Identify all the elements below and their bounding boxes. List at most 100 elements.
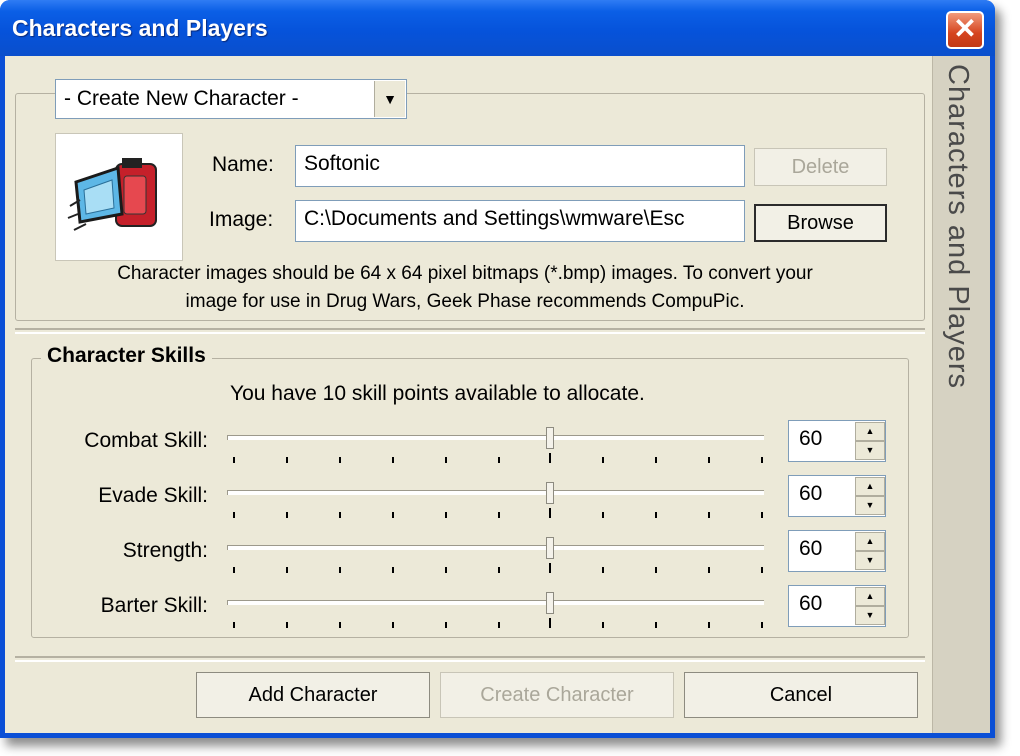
cancel-button[interactable]: Cancel: [684, 672, 918, 718]
side-banner: Characters and Players: [932, 56, 991, 733]
slider-thumb[interactable]: [546, 537, 554, 559]
slider-tick: [392, 457, 394, 463]
skill-points-info: You have 10 skill points available to al…: [230, 382, 645, 405]
slider-tick: [708, 622, 710, 628]
spin-down-icon[interactable]: ▼: [855, 496, 885, 515]
barter-skill-value: 60: [799, 592, 823, 615]
slider-tick: [445, 457, 447, 463]
camera-icon: [67, 158, 157, 231]
strength-label: Strength:: [122, 539, 208, 562]
slider-tick: [498, 567, 500, 573]
evade-skill-value: 60: [799, 482, 823, 505]
slider-tick: [339, 622, 341, 628]
slider-tick: [392, 567, 394, 573]
slider-tick: [233, 512, 235, 518]
slider-tick: [445, 512, 447, 518]
slider-tick: [549, 618, 551, 628]
slider-tick: [392, 622, 394, 628]
name-input[interactable]: Softonic: [295, 145, 745, 187]
dialog-body: - Create New Character - ▼ Name: Softoni…: [5, 56, 932, 733]
slider-tick: [761, 567, 763, 573]
window-title: Characters and Players: [12, 15, 268, 41]
combat-skill-label: Combat Skill:: [84, 429, 208, 452]
spin-down-icon[interactable]: ▼: [855, 551, 885, 570]
strength-spinner[interactable]: 60 ▲ ▼: [788, 530, 886, 572]
slider-tick: [445, 622, 447, 628]
title-bar: Characters and Players ✕: [0, 0, 995, 56]
slider-tick: [286, 512, 288, 518]
window-frame-right: [990, 56, 995, 738]
footer-divider: [15, 656, 925, 662]
slider-tick: [286, 567, 288, 573]
character-avatar: [55, 133, 183, 261]
delete-button[interactable]: Delete: [754, 148, 887, 186]
character-select-value: - Create New Character -: [64, 87, 299, 110]
slider-tick: [339, 512, 341, 518]
create-character-button[interactable]: Create Character: [440, 672, 674, 718]
spin-down-icon[interactable]: ▼: [855, 606, 885, 625]
image-hint: Character images should be 64 x 64 pixel…: [45, 260, 885, 316]
slider-tick: [549, 453, 551, 463]
slider-tick: [392, 512, 394, 518]
spin-down-icon[interactable]: ▼: [855, 441, 885, 460]
slider-tick: [708, 457, 710, 463]
slider-tick: [655, 457, 657, 463]
slider-tick: [286, 622, 288, 628]
window-frame-bottom: [0, 733, 995, 738]
image-path-input[interactable]: C:\Documents and Settings\wmware\Esc: [295, 200, 745, 242]
spin-up-icon[interactable]: ▲: [855, 587, 885, 606]
slider-tick: [708, 512, 710, 518]
slider-thumb[interactable]: [546, 592, 554, 614]
slider-tick: [233, 457, 235, 463]
close-icon[interactable]: ✕: [946, 11, 984, 49]
section-divider: [15, 328, 925, 334]
name-label: Name:: [212, 153, 274, 176]
slider-tick: [339, 567, 341, 573]
spin-up-icon[interactable]: ▲: [855, 532, 885, 551]
slider-tick: [498, 512, 500, 518]
barter-skill-label: Barter Skill:: [100, 594, 208, 617]
strength-value: 60: [799, 537, 823, 560]
combat-skill-value: 60: [799, 427, 823, 450]
slider-tick: [498, 622, 500, 628]
slider-track: [227, 490, 764, 495]
slider-track: [227, 600, 764, 605]
dropdown-arrow-icon[interactable]: ▼: [374, 81, 405, 117]
slider-tick: [602, 567, 604, 573]
slider-tick: [286, 457, 288, 463]
slider-tick: [761, 457, 763, 463]
slider-thumb[interactable]: [546, 427, 554, 449]
browse-button[interactable]: Browse: [754, 204, 887, 242]
slider-tick: [339, 457, 341, 463]
slider-tick: [655, 512, 657, 518]
slider-tick: [655, 622, 657, 628]
slider-track: [227, 545, 764, 550]
image-label: Image:: [209, 208, 274, 231]
character-select[interactable]: - Create New Character - ▼: [55, 79, 407, 119]
image-hint-line-2: image for use in Drug Wars, Geek Phase r…: [185, 291, 745, 312]
image-hint-line-1: Character images should be 64 x 64 pixel…: [117, 263, 813, 284]
slider-tick: [445, 567, 447, 573]
combat-skill-spinner[interactable]: 60 ▲ ▼: [788, 420, 886, 462]
slider-tick: [602, 457, 604, 463]
slider-tick: [602, 622, 604, 628]
evade-skill-spinner[interactable]: 60 ▲ ▼: [788, 475, 886, 517]
dialog-window: Characters and Players ✕ - Create New Ch…: [0, 0, 995, 738]
skills-group-title: Character Skills: [41, 344, 212, 368]
slider-tick: [602, 512, 604, 518]
slider-track: [227, 435, 764, 440]
slider-tick: [233, 567, 235, 573]
evade-skill-label: Evade Skill:: [98, 484, 208, 507]
spin-up-icon[interactable]: ▲: [855, 422, 885, 441]
slider-tick: [708, 567, 710, 573]
spin-up-icon[interactable]: ▲: [855, 477, 885, 496]
slider-thumb[interactable]: [546, 482, 554, 504]
slider-tick: [549, 508, 551, 518]
slider-tick: [655, 567, 657, 573]
add-character-button[interactable]: Add Character: [196, 672, 430, 718]
barter-skill-spinner[interactable]: 60 ▲ ▼: [788, 585, 886, 627]
side-banner-title: Characters and Players: [942, 64, 974, 390]
slider-tick: [761, 512, 763, 518]
slider-tick: [549, 563, 551, 573]
slider-tick: [761, 622, 763, 628]
